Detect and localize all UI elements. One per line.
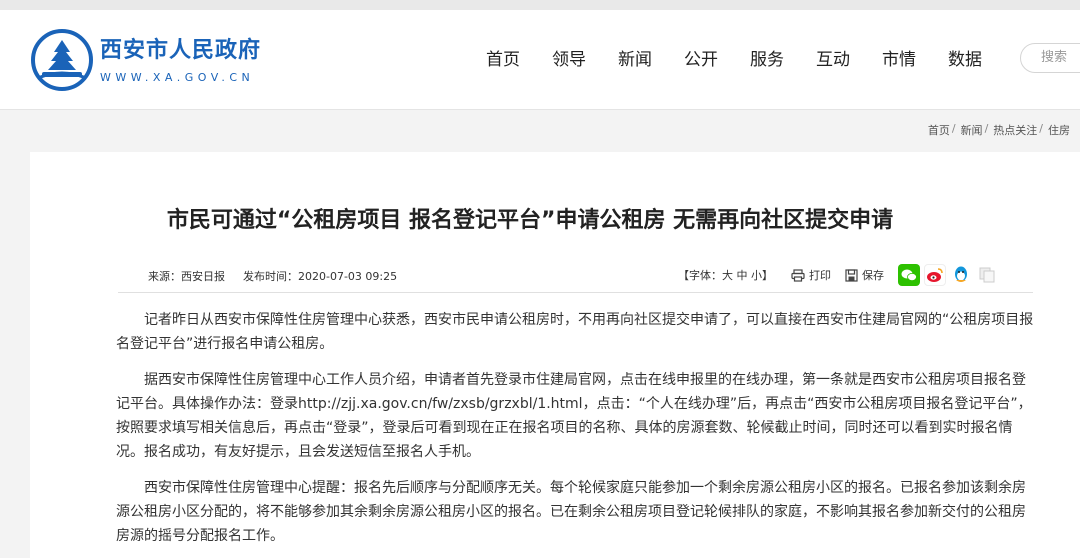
article-tools: 【字体：大 中 小】 打印 保存 (678, 264, 998, 286)
nav-leaders[interactable]: 领导 (536, 47, 602, 73)
site-header: 西安市人民政府 WWW.XA.GOV.CN 首页 领导 新闻 公开 服务 互动 … (0, 10, 1080, 110)
nav-services[interactable]: 服务 (734, 47, 800, 73)
font-medium-button[interactable]: 中 (737, 269, 748, 282)
article-paragraph: 据西安市保障性住房管理中心工作人员介绍，申请者首先登录市住建局官网，点击在线申报… (116, 372, 1032, 460)
print-button[interactable]: 打印 (791, 267, 831, 283)
article-source: 来源：西安日报 (148, 270, 225, 283)
article-title: 市民可通过“公租房项目 报名登记平台”申请公租房 无需再向社区提交申请 (166, 208, 894, 233)
nav-news[interactable]: 新闻 (602, 47, 668, 73)
site-title: 西安市人民政府 (100, 37, 262, 63)
font-size-control: 【字体：大 中 小】 (678, 269, 773, 282)
copy-link-icon[interactable] (976, 264, 998, 286)
search-input[interactable]: 搜索 (1020, 43, 1080, 73)
breadcrumb: 首页 / 新闻 / 热点关注 / 住房 (927, 122, 1070, 138)
main-nav: 首页 领导 新闻 公开 服务 互动 市情 数据 (470, 47, 998, 73)
top-strip (0, 0, 1080, 10)
article-paragraph: 记者昨日从西安市保障性住房管理中心获悉，西安市民申请公租房时，不用再向社区提交申… (116, 312, 1034, 352)
share-buttons (898, 264, 998, 286)
breadcrumb-home[interactable]: 首页 (928, 122, 950, 138)
font-small-button[interactable]: 小 (751, 269, 762, 282)
printer-icon (791, 268, 805, 282)
article-divider (118, 292, 1033, 293)
article-paragraph: 西安市保障性住房管理中心提醒：报名先后顺序与分配顺序无关。每个轮候家庭只能参加一… (116, 480, 1026, 544)
save-icon (845, 268, 858, 282)
save-button[interactable]: 保存 (845, 267, 884, 283)
site-logo[interactable]: 西安市人民政府 WWW.XA.GOV.CN (30, 28, 280, 92)
breadcrumb-housing[interactable]: 住房 (1048, 122, 1070, 138)
nav-interaction[interactable]: 互动 (800, 47, 866, 73)
breadcrumb-hot-topics[interactable]: 热点关注 (993, 122, 1037, 138)
weibo-share-icon[interactable] (924, 264, 946, 286)
nav-city-info[interactable]: 市情 (866, 47, 932, 73)
nav-public[interactable]: 公开 (668, 47, 734, 73)
nav-home[interactable]: 首页 (470, 47, 536, 73)
city-emblem-icon (31, 29, 93, 91)
font-large-button[interactable]: 大 (722, 269, 733, 282)
nav-data[interactable]: 数据 (932, 47, 998, 73)
article-meta: 来源：西安日报 发布时间：2020-07-03 09:25 (148, 268, 397, 284)
article-date: 发布时间：2020-07-03 09:25 (243, 270, 398, 283)
article-container: 市民可通过“公租房项目 报名登记平台”申请公租房 无需再向社区提交申请 来源：西… (30, 152, 1080, 558)
wechat-share-icon[interactable] (898, 264, 920, 286)
article-body: 记者昨日从西安市保障性住房管理中心获悉，西安市民申请公租房时，不用再向社区提交申… (116, 308, 1034, 558)
qq-share-icon[interactable] (950, 264, 972, 286)
breadcrumb-news[interactable]: 新闻 (961, 122, 983, 138)
site-url: WWW.XA.GOV.CN (100, 70, 255, 84)
